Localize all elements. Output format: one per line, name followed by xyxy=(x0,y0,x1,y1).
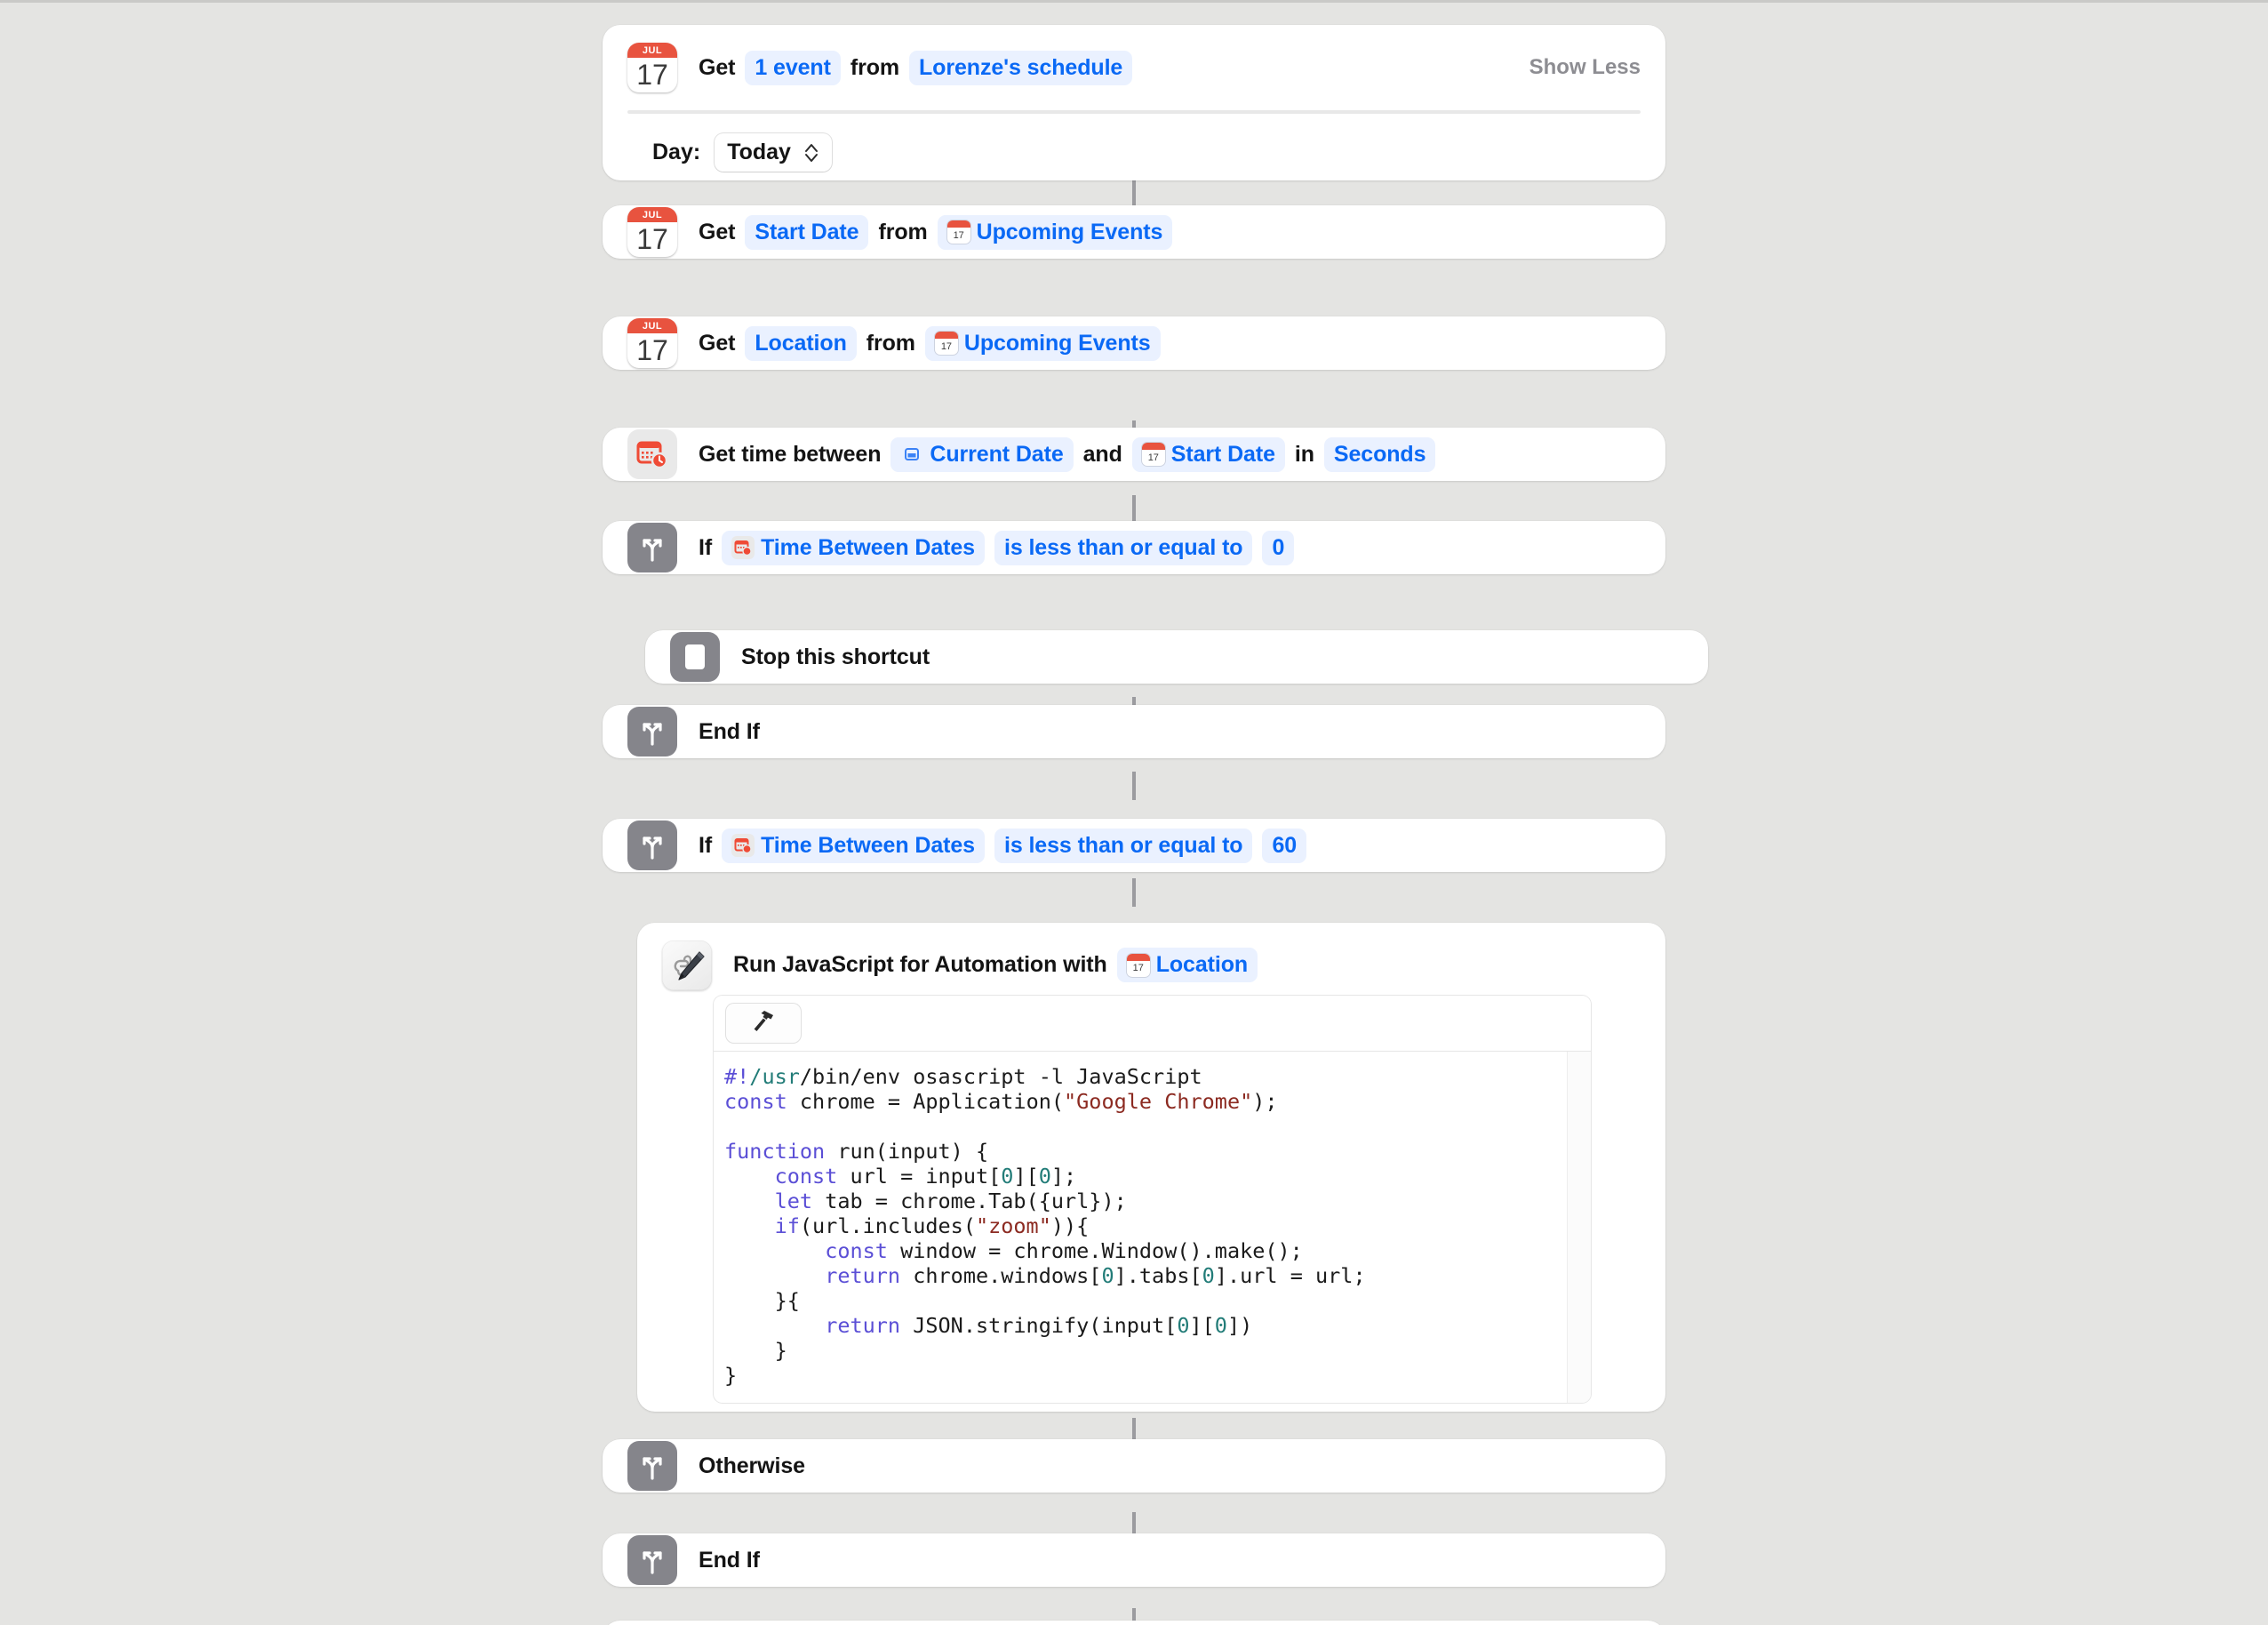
action-card-get-location[interactable]: JUL 17 Get Location from 17 Upcoming Eve… xyxy=(603,316,1665,370)
from-label: from xyxy=(866,330,915,356)
end-if-label: End If xyxy=(699,1547,760,1573)
action-verb: If xyxy=(699,534,713,560)
from-label: from xyxy=(850,54,899,80)
branch-icon xyxy=(627,523,677,572)
action-verb: Get xyxy=(699,54,736,80)
end-if-label: End If xyxy=(699,718,760,744)
connector-line xyxy=(1132,179,1136,207)
calendar-variable-icon: 17 xyxy=(934,332,958,355)
show-less-button[interactable]: Show Less xyxy=(1529,55,1641,80)
condition-operator-pill[interactable]: is less than or equal to xyxy=(994,530,1253,565)
calendar-icon-month: JUL xyxy=(627,207,677,222)
connector-line xyxy=(1132,878,1136,907)
condition-variable-pill[interactable]: Time Between Dates xyxy=(722,828,985,863)
current-date-pill[interactable]: Current Date xyxy=(890,436,1074,472)
day-select[interactable]: Today xyxy=(715,133,832,172)
start-date-label: Start Date xyxy=(1170,441,1275,467)
from-label: from xyxy=(878,219,928,244)
connector-line xyxy=(1132,772,1136,800)
calendar-icon: JUL 17 xyxy=(627,318,677,368)
code-scrollbar[interactable] xyxy=(1567,1052,1591,1403)
source-variable-label: Upcoming Events xyxy=(963,330,1151,356)
event-count-pill[interactable]: 1 event xyxy=(745,50,841,85)
source-variable-label: Upcoming Events xyxy=(976,219,1163,244)
time-between-dates-icon xyxy=(731,536,755,559)
calendar-source-pill[interactable]: Lorenze's schedule xyxy=(909,50,1133,85)
input-variable-label: Location xyxy=(1155,952,1249,977)
code-editor-body[interactable]: #!/usr/bin/env osascript -l JavaScript c… xyxy=(714,1052,1591,1403)
day-parameter-row: Day: Today xyxy=(603,114,1665,172)
date-time-icon xyxy=(627,429,677,479)
condition-variable-label: Time Between Dates xyxy=(761,534,975,560)
current-date-label: Current Date xyxy=(930,441,1064,467)
source-variable-pill[interactable]: 17 Upcoming Events xyxy=(937,214,1173,250)
date-variable-icon xyxy=(900,443,923,466)
branch-icon xyxy=(627,1441,677,1491)
day-parameter-label: Day: xyxy=(652,140,701,164)
source-variable-pill[interactable]: 17 Upcoming Events xyxy=(924,325,1161,361)
chevron-updown-icon xyxy=(803,141,819,164)
action-card-next-partial[interactable] xyxy=(603,1621,1665,1625)
action-card-if-sixty[interactable]: If Time Between Dates is less than or eq… xyxy=(603,819,1665,872)
condition-value-pill[interactable]: 0 xyxy=(1262,530,1295,565)
unit-pill[interactable]: Seconds xyxy=(1323,436,1436,472)
stop-label: Stop this shortcut xyxy=(741,644,930,669)
calendar-variable-icon: 17 xyxy=(946,220,970,244)
calendar-variable-icon: 17 xyxy=(1141,443,1165,466)
otherwise-label: Otherwise xyxy=(699,1453,805,1478)
time-between-dates-icon xyxy=(731,834,755,857)
connector-line xyxy=(1132,495,1136,524)
branch-icon xyxy=(627,707,677,756)
code-editor-toolbar xyxy=(714,996,1591,1052)
condition-variable-pill[interactable]: Time Between Dates xyxy=(722,530,985,565)
in-label: in xyxy=(1294,441,1314,467)
field-pill[interactable]: Location xyxy=(745,325,857,361)
action-card-get-start-date[interactable]: JUL 17 Get Start Date from 17 Upcoming E… xyxy=(603,205,1665,259)
calendar-icon: JUL 17 xyxy=(627,207,677,257)
calendar-variable-icon: 17 xyxy=(1126,953,1150,977)
calendar-icon-day: 17 xyxy=(636,222,668,255)
condition-operator-pill[interactable]: is less than or equal to xyxy=(994,828,1253,863)
action-card-get-time-between[interactable]: Get time between Current Date and 17 Sta… xyxy=(603,428,1665,481)
calendar-icon-month: JUL xyxy=(627,318,677,333)
hammer-icon-button[interactable] xyxy=(726,1004,801,1043)
code-editor[interactable]: #!/usr/bin/env osascript -l JavaScript c… xyxy=(714,996,1591,1403)
condition-value-pill[interactable]: 60 xyxy=(1262,828,1307,863)
code-content[interactable]: #!/usr/bin/env osascript -l JavaScript c… xyxy=(714,1052,1567,1403)
calendar-icon-day: 17 xyxy=(636,58,668,91)
action-verb: Get xyxy=(699,219,736,244)
action-card-stop-shortcut[interactable]: Stop this shortcut xyxy=(645,630,1708,684)
action-card-end-if-2[interactable]: End If xyxy=(603,1533,1665,1587)
input-variable-pill[interactable]: 17 Location xyxy=(1116,948,1258,982)
action-card-if-zero[interactable]: If Time Between Dates is less than or eq… xyxy=(603,521,1665,574)
day-select-value: Today xyxy=(727,140,791,164)
and-label: and xyxy=(1082,441,1122,467)
condition-variable-label: Time Between Dates xyxy=(761,832,975,858)
action-verb: If xyxy=(699,832,713,858)
calendar-icon-day: 17 xyxy=(636,333,668,366)
action-verb: Get time between xyxy=(699,441,882,467)
action-card-get-upcoming-events[interactable]: JUL 17 Get 1 event from Lorenze's schedu… xyxy=(603,25,1665,180)
action-verb: Get xyxy=(699,330,736,356)
hammer-icon xyxy=(749,1007,778,1040)
action-card-otherwise[interactable]: Otherwise xyxy=(603,1439,1665,1493)
stop-glyph xyxy=(685,644,705,669)
script-editor-icon xyxy=(662,940,712,990)
calendar-icon: JUL 17 xyxy=(627,43,677,92)
run-javascript-title: Run JavaScript for Automation with xyxy=(733,952,1107,977)
action-card-run-javascript[interactable]: Run JavaScript for Automation with 17 Lo… xyxy=(637,923,1665,1412)
stop-icon xyxy=(670,632,720,682)
action-card-end-if-1[interactable]: End If xyxy=(603,705,1665,758)
branch-icon xyxy=(627,821,677,870)
branch-icon xyxy=(627,1535,677,1585)
calendar-icon-month: JUL xyxy=(627,43,677,58)
shortcut-editor-canvas: JUL 17 Get 1 event from Lorenze's schedu… xyxy=(0,3,2268,1625)
start-date-pill[interactable]: 17 Start Date xyxy=(1131,436,1285,472)
field-pill[interactable]: Start Date xyxy=(745,214,869,250)
